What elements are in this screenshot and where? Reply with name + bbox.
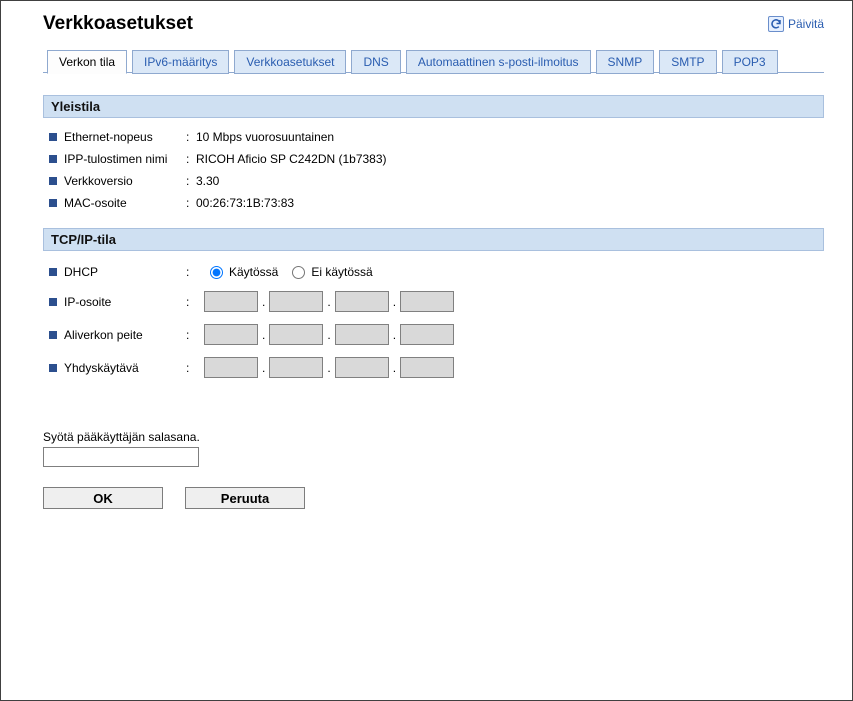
refresh-label: Päivitä — [788, 17, 824, 31]
radio-dhcp-on[interactable] — [210, 266, 223, 279]
bullet-icon — [49, 298, 57, 306]
row-gateway: Yhdyskäytävä : . . . — [49, 351, 824, 384]
radio-dhcp-on-wrap[interactable]: Käytössä — [210, 265, 278, 279]
password-label: Syötä pääkäyttäjän salasana. — [43, 430, 824, 444]
label-mac: MAC-osoite — [64, 196, 186, 210]
admin-password-input[interactable] — [43, 447, 199, 467]
tab-pop3[interactable]: POP3 — [722, 50, 778, 74]
bullet-icon — [49, 331, 57, 339]
radio-dhcp-off[interactable] — [292, 266, 305, 279]
label-network-version: Verkkoversio — [64, 174, 186, 188]
label-ip: IP-osoite — [64, 295, 186, 309]
tab-bar: Verkon tila IPv6-määritys Verkkoasetukse… — [43, 49, 824, 73]
value-ipp-printer-name: RICOH Aficio SP C242DN (1b7383) — [196, 152, 387, 166]
page-header: Verkkoasetukset Päivitä — [43, 11, 824, 49]
row-subnet-mask: Aliverkon peite : . . . — [49, 318, 824, 351]
tab-verkon-tila[interactable]: Verkon tila — [47, 50, 127, 74]
bullet-icon — [49, 199, 57, 207]
radio-dhcp-off-label: Ei käytössä — [311, 265, 372, 279]
ok-button[interactable]: OK — [43, 487, 163, 509]
mask-octet-1[interactable] — [204, 324, 258, 345]
gw-octet-2[interactable] — [269, 357, 323, 378]
value-ethernet-speed: 10 Mbps vuorosuuntainen — [196, 130, 334, 144]
tcpip-table: DHCP : Käytössä Ei käytössä IP-osoite — [43, 259, 824, 398]
section-heading-tcpip: TCP/IP-tila — [43, 228, 824, 251]
section-heading-general: Yleistila — [43, 95, 824, 118]
bullet-icon — [49, 364, 57, 372]
password-section: Syötä pääkäyttäjän salasana. — [43, 430, 824, 467]
row-ethernet-speed: Ethernet-nopeus : 10 Mbps vuorosuuntaine… — [49, 126, 824, 148]
label-gw: Yhdyskäytävä — [64, 361, 186, 375]
mask-octet-2[interactable] — [269, 324, 323, 345]
tab-smtp[interactable]: SMTP — [659, 50, 716, 74]
label-ipp-printer-name: IPP-tulostimen nimi — [64, 152, 186, 166]
label-dhcp: DHCP — [64, 265, 186, 279]
tab-verkkoasetukset[interactable]: Verkkoasetukset — [234, 50, 346, 74]
ip-octet-2[interactable] — [269, 291, 323, 312]
mask-octet-3[interactable] — [335, 324, 389, 345]
window-frame: Verkkoasetukset Päivitä Verkon tila IPv6… — [0, 0, 853, 701]
value-mac: 00:26:73:1B:73:83 — [196, 196, 294, 210]
radio-dhcp-on-label: Käytössä — [229, 265, 278, 279]
bullet-icon — [49, 155, 57, 163]
tab-snmp[interactable]: SNMP — [596, 50, 655, 74]
page-title: Verkkoasetukset — [43, 13, 193, 35]
gw-octet-4[interactable] — [400, 357, 454, 378]
gw-octet-3[interactable] — [335, 357, 389, 378]
button-row: OK Peruuta — [43, 487, 824, 509]
tab-content: Yleistila Ethernet-nopeus : 10 Mbps vuor… — [43, 73, 824, 509]
gw-octet-1[interactable] — [204, 357, 258, 378]
tab-autom-sposti[interactable]: Automaattinen s-posti-ilmoitus — [406, 50, 591, 74]
row-mac-address: MAC-osoite : 00:26:73:1B:73:83 — [49, 192, 824, 214]
row-dhcp: DHCP : Käytössä Ei käytössä — [49, 259, 824, 285]
radio-dhcp-off-wrap[interactable]: Ei käytössä — [292, 265, 372, 279]
bullet-icon — [49, 177, 57, 185]
row-ip-address: IP-osoite : . . . — [49, 285, 824, 318]
label-mask: Aliverkon peite — [64, 328, 186, 342]
row-ipp-printer-name: IPP-tulostimen nimi : RICOH Aficio SP C2… — [49, 148, 824, 170]
refresh-icon — [768, 16, 784, 32]
bullet-icon — [49, 133, 57, 141]
cancel-button[interactable]: Peruuta — [185, 487, 305, 509]
ip-octet-3[interactable] — [335, 291, 389, 312]
mask-octet-4[interactable] — [400, 324, 454, 345]
row-network-version: Verkkoversio : 3.30 — [49, 170, 824, 192]
general-table: Ethernet-nopeus : 10 Mbps vuorosuuntaine… — [43, 126, 824, 228]
refresh-link[interactable]: Päivitä — [768, 16, 824, 32]
ip-octet-1[interactable] — [204, 291, 258, 312]
bullet-icon — [49, 268, 57, 276]
ip-octet-4[interactable] — [400, 291, 454, 312]
tab-ipv6-maaritys[interactable]: IPv6-määritys — [132, 50, 229, 74]
value-network-version: 3.30 — [196, 174, 219, 188]
tab-dns[interactable]: DNS — [351, 50, 400, 74]
label-ethernet-speed: Ethernet-nopeus — [64, 130, 186, 144]
